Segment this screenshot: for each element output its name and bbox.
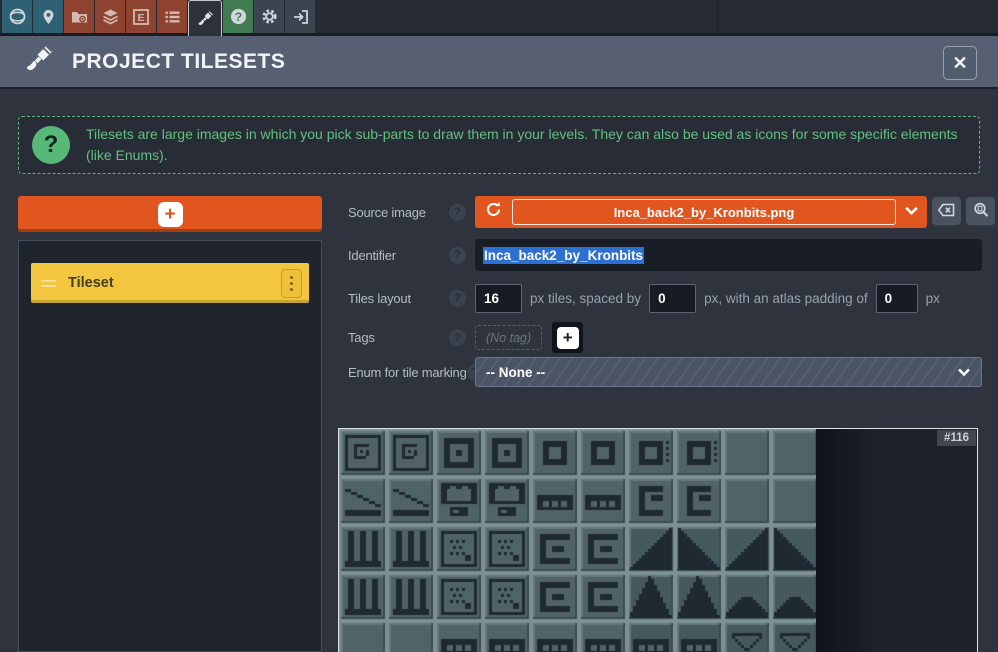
world-icon [8, 7, 27, 26]
source-image-row: Source image ? Inca_back2_by_Kronbits.pn… [348, 196, 995, 228]
reload-image-button[interactable] [475, 196, 512, 228]
identifier-label: Identifier [348, 248, 396, 263]
layers-button[interactable] [95, 0, 125, 33]
refresh-icon [484, 200, 503, 224]
map-pin-icon [40, 8, 57, 26]
item-menu-button[interactable] [281, 269, 302, 298]
settings-button[interactable] [254, 0, 284, 33]
add-tag-button[interactable]: + [552, 322, 583, 353]
identifier-input[interactable]: Inca_back2_by_Kronbits [475, 239, 982, 271]
enums-button[interactable] [157, 0, 187, 33]
info-box: ? Tilesets are large images in which you… [18, 116, 980, 174]
source-image-control: Inca_back2_by_Kronbits.png [475, 196, 927, 228]
help-circle-icon[interactable]: ? [449, 290, 466, 307]
preview-empty-area [816, 429, 876, 652]
enum-selected-value: -- None -- [486, 365, 957, 380]
entity-icon: E [132, 8, 150, 26]
plus-icon: + [557, 327, 579, 349]
svg-text:?: ? [234, 10, 241, 24]
close-icon: ✕ [952, 53, 967, 74]
tiles-layout-text-1: px tiles, spaced by [530, 291, 641, 306]
add-tileset-button[interactable]: + [18, 196, 322, 232]
chevron-down-icon [904, 203, 919, 221]
enum-marking-label: Enum for tile marking [348, 365, 467, 380]
tileset-preview-panel: #116 [338, 428, 978, 652]
help-circle-icon[interactable]: ? [449, 247, 466, 264]
tiles-layout-label: Tiles layout [348, 291, 411, 306]
tileset-list-panel: Tileset [18, 240, 322, 652]
entities-button[interactable]: E [126, 0, 156, 33]
exit-icon [291, 8, 310, 26]
ldtk-window: E ? [0, 0, 998, 652]
page-title: PROJECT TILESETS [72, 50, 285, 74]
help-circle-icon[interactable]: ? [449, 329, 466, 346]
tileset-brush-icon [195, 8, 216, 29]
plus-icon: + [158, 202, 183, 227]
tags-label: Tags [348, 330, 375, 345]
help-icon: ? [229, 7, 248, 26]
tiles-layout-text-3: px [926, 291, 940, 306]
levels-button[interactable] [33, 0, 63, 33]
info-text: Tilesets are large images in which you p… [86, 124, 966, 166]
tiles-layout-text-2: px, with an atlas padding of [704, 291, 868, 306]
tile-size-input[interactable] [475, 284, 522, 313]
layers-icon [101, 8, 120, 26]
panel-brush-icon [20, 41, 58, 82]
tile-count-badge: #116 [937, 430, 976, 446]
source-image-label: Source image [348, 205, 426, 220]
project-folder-icon [70, 8, 89, 26]
identifier-row: Identifier ? Inca_back2_by_Kronbits [348, 239, 982, 271]
exit-button[interactable] [285, 0, 315, 33]
identifier-selected-text: Inca_back2_by_Kronbits [483, 247, 644, 264]
source-image-filename: Inca_back2_by_Kronbits.png [614, 205, 795, 220]
enum-marking-row: Enum for tile marking ? -- None -- [348, 357, 982, 387]
locate-file-button[interactable] [966, 197, 995, 227]
atlas-padding-input[interactable] [876, 284, 918, 313]
enum-marking-select[interactable]: -- None -- [475, 357, 982, 387]
clear-source-image-button[interactable] [932, 197, 961, 227]
toolbar-divider [717, 0, 718, 33]
drag-handle-icon[interactable] [41, 277, 56, 290]
tileset-preview-image[interactable] [339, 429, 816, 652]
source-image-dropdown-button[interactable] [896, 196, 927, 228]
magnifier-file-icon [972, 201, 990, 224]
tile-spacing-input[interactable] [649, 284, 696, 313]
help-circle-icon[interactable]: ? [449, 204, 466, 221]
help-button[interactable]: ? [223, 0, 253, 33]
tilesets-button-selected[interactable] [188, 0, 222, 36]
project-button[interactable] [64, 0, 94, 33]
no-tag-chip: (No tag) [475, 325, 542, 350]
tags-row: Tags ? (No tag) + [348, 322, 583, 353]
svg-text:E: E [137, 12, 144, 24]
close-button[interactable]: ✕ [943, 46, 977, 80]
info-help-icon: ? [32, 126, 70, 164]
tiles-layout-row: Tiles layout ? px tiles, spaced by px, w… [348, 283, 940, 313]
tileset-list-item-selected[interactable]: Tileset [31, 263, 309, 303]
panel-header: PROJECT TILESETS ✕ [0, 36, 998, 89]
list-icon [163, 8, 182, 26]
chevron-down-icon [957, 365, 971, 380]
settings-gear-icon [260, 7, 279, 26]
tileset-item-label: Tileset [68, 275, 281, 291]
source-image-picker[interactable]: Inca_back2_by_Kronbits.png [512, 199, 896, 225]
top-toolbar: E ? [0, 0, 998, 36]
world-button[interactable] [2, 0, 32, 33]
backspace-clear-icon [937, 202, 956, 223]
